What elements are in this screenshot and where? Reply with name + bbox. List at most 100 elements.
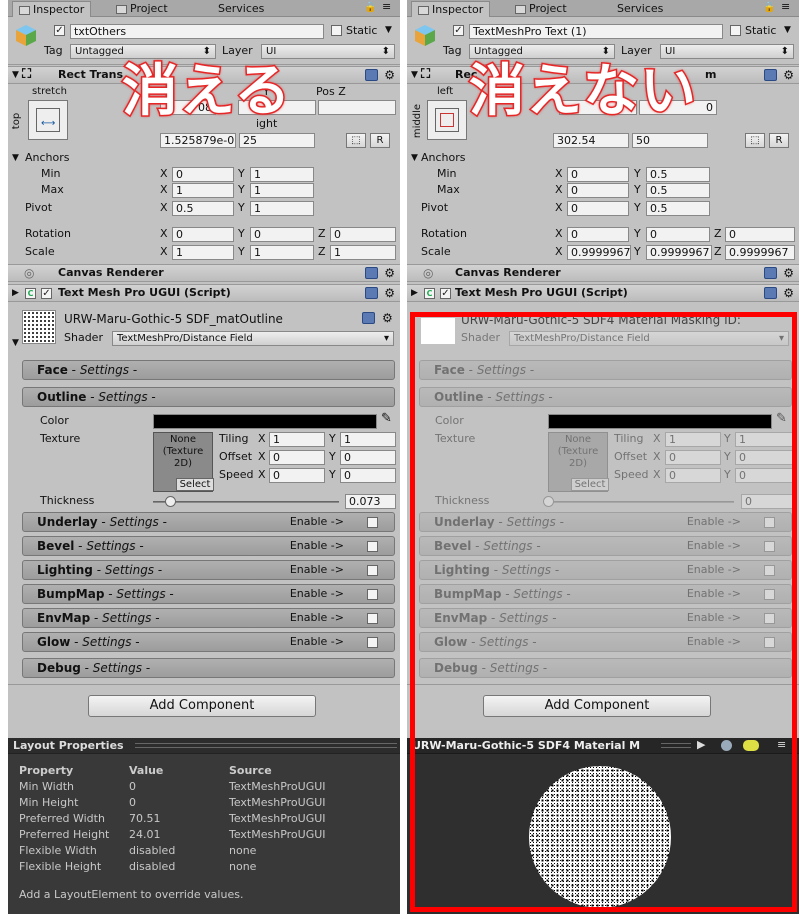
enable-checkbox[interactable]	[764, 541, 775, 552]
static-checkbox[interactable]	[331, 25, 342, 36]
canvas-renderer-header[interactable]: ◎ Canvas Renderer ⚙	[8, 264, 400, 282]
menu-icon[interactable]: ≡	[382, 0, 391, 14]
enable-checkbox[interactable]	[367, 589, 378, 600]
gear-icon[interactable]: ⚙	[384, 285, 395, 301]
menu-icon[interactable]: ≡	[781, 0, 790, 14]
anchor-min-x[interactable]: 0	[172, 167, 234, 182]
tmp-script-header[interactable]: ▶ C ✓ Text Mesh Pro UGUI (Script) ⚙	[8, 284, 400, 302]
pivot-y[interactable]: 0.5	[646, 201, 710, 216]
anchor-preset-button[interactable]	[427, 100, 467, 140]
add-component-button[interactable]: Add Component	[483, 695, 711, 717]
debug-section[interactable]: Debug - Settings -	[22, 658, 395, 678]
scale-x[interactable]: 1	[172, 245, 234, 260]
section-glow[interactable]: Glow - Settings - Enable ->	[419, 632, 792, 652]
thickness-slider-knob[interactable]	[164, 496, 176, 507]
section-envmap[interactable]: EnvMap - Settings - Enable ->	[419, 608, 792, 628]
tmp-script-header[interactable]: ▶ C ✓ Text Mesh Pro UGUI (Script) ⚙	[407, 284, 799, 302]
enable-checkbox[interactable]	[367, 637, 378, 648]
texture-slot[interactable]: None (Texture 2D) Select	[153, 432, 214, 492]
offset-y[interactable]: 0	[340, 450, 396, 465]
section-bumpmap[interactable]: BumpMap - Settings - Enable ->	[22, 584, 395, 604]
gear-icon[interactable]: ⚙	[382, 310, 393, 326]
object-name-input[interactable]: TextMeshPro Text (1)	[469, 24, 723, 39]
texture-select-button[interactable]: Select	[176, 478, 214, 491]
section-underlay[interactable]: Underlay - Settings - Enable ->	[22, 512, 395, 532]
tiling-x[interactable]: 1	[269, 432, 325, 447]
eyedropper-icon[interactable]: ✎	[381, 412, 392, 426]
rotation-y[interactable]: 0	[250, 227, 314, 242]
enable-checkbox[interactable]	[367, 613, 378, 624]
play-icon[interactable]: ▶	[697, 738, 705, 751]
active-checkbox[interactable]: ✓	[453, 25, 464, 36]
face-section[interactable]: Face - Settings -	[22, 360, 395, 380]
section-envmap[interactable]: EnvMap - Settings - Enable ->	[22, 608, 395, 628]
pivot-x[interactable]: 0.5	[172, 201, 234, 216]
anchor-preset-button[interactable]: ⟷	[28, 100, 68, 140]
collapse-triangle-icon[interactable]: ▼	[12, 151, 19, 165]
layout-properties-header[interactable]: Layout Properties	[8, 738, 400, 754]
thickness-slider-track[interactable]	[153, 501, 339, 503]
tag-dropdown[interactable]: Untagged ⬍	[469, 44, 615, 59]
enable-checkbox[interactable]	[764, 565, 775, 576]
rotation-z[interactable]: 0	[330, 227, 396, 242]
height-field[interactable]: 50	[632, 133, 708, 148]
raw-edit-button[interactable]: R	[370, 133, 390, 148]
scale-z[interactable]: 0.9999967	[725, 245, 795, 260]
enable-checkbox[interactable]	[367, 565, 378, 576]
layer-dropdown[interactable]: UI ⬍	[660, 44, 794, 59]
book-icon[interactable]	[365, 69, 378, 81]
sphere-preview-icon[interactable]	[721, 740, 732, 751]
anchor-min-y[interactable]: 1	[250, 167, 314, 182]
enabled-checkbox[interactable]: ✓	[41, 288, 52, 299]
pos-z-field[interactable]	[318, 100, 396, 115]
anchor-max-x[interactable]: 1	[172, 183, 234, 198]
section-bevel[interactable]: Bevel - Settings - Enable ->	[22, 536, 395, 556]
anchor-max-y[interactable]: 1	[250, 183, 314, 198]
book-icon[interactable]	[365, 287, 378, 299]
pivot-x[interactable]: 0	[567, 201, 629, 216]
scale-z[interactable]: 1	[330, 245, 396, 260]
book-icon[interactable]	[362, 312, 375, 324]
section-underlay[interactable]: Underlay - Settings - Enable ->	[419, 512, 792, 532]
tab-services[interactable]: Services	[611, 1, 669, 17]
rotation-x[interactable]: 0	[567, 227, 629, 242]
thickness-field[interactable]: 0.073	[345, 494, 396, 509]
anchor-min-x[interactable]: 0	[567, 167, 629, 182]
anchor-min-y[interactable]: 0.5	[646, 167, 710, 182]
height-field[interactable]: 25	[239, 133, 315, 148]
section-lighting[interactable]: Lighting - Settings - Enable ->	[22, 560, 395, 580]
scale-y[interactable]: 1	[250, 245, 314, 260]
anchor-max-x[interactable]: 0	[567, 183, 629, 198]
speed-x[interactable]: 0	[269, 468, 325, 483]
static-checkbox[interactable]	[730, 25, 741, 36]
enable-checkbox[interactable]	[367, 517, 378, 528]
enable-checkbox[interactable]	[764, 613, 775, 624]
enable-checkbox[interactable]	[764, 637, 775, 648]
canvas-renderer-header[interactable]: ◎ Canvas Renderer ⚙	[407, 264, 799, 282]
book-icon[interactable]	[764, 287, 777, 299]
lock-icon[interactable]: 🔒	[364, 1, 376, 15]
scale-x[interactable]: 0.9999967	[567, 245, 631, 260]
object-name-input[interactable]: txtOthers	[70, 24, 324, 39]
shader-dropdown[interactable]: TextMeshPro/Distance Field ▾	[112, 331, 394, 346]
outline-section[interactable]: Outline - Settings -	[22, 387, 395, 407]
chevron-down-icon[interactable]: ▼	[385, 23, 392, 37]
outline-color-swatch[interactable]	[153, 414, 377, 429]
book-icon[interactable]	[764, 267, 777, 279]
menu-icon[interactable]: ≡	[777, 738, 786, 751]
tab-services[interactable]: Services	[212, 1, 270, 17]
rotation-y[interactable]: 0	[646, 227, 710, 242]
layer-dropdown[interactable]: UI ⬍	[261, 44, 395, 59]
collapse-triangle-icon[interactable]: ▼	[411, 151, 418, 165]
pivot-y[interactable]: 1	[250, 201, 314, 216]
gear-icon[interactable]: ⚙	[384, 67, 395, 83]
lighting-preview-icon[interactable]	[743, 740, 759, 751]
gear-icon[interactable]: ⚙	[783, 265, 794, 281]
lock-icon[interactable]: 🔒	[763, 1, 775, 15]
book-icon[interactable]	[764, 69, 777, 81]
book-icon[interactable]	[365, 267, 378, 279]
add-component-button[interactable]: Add Component	[88, 695, 316, 717]
collapse-triangle-icon[interactable]: ▼	[12, 336, 19, 350]
enabled-checkbox[interactable]: ✓	[440, 288, 451, 299]
gear-icon[interactable]: ⚙	[384, 265, 395, 281]
